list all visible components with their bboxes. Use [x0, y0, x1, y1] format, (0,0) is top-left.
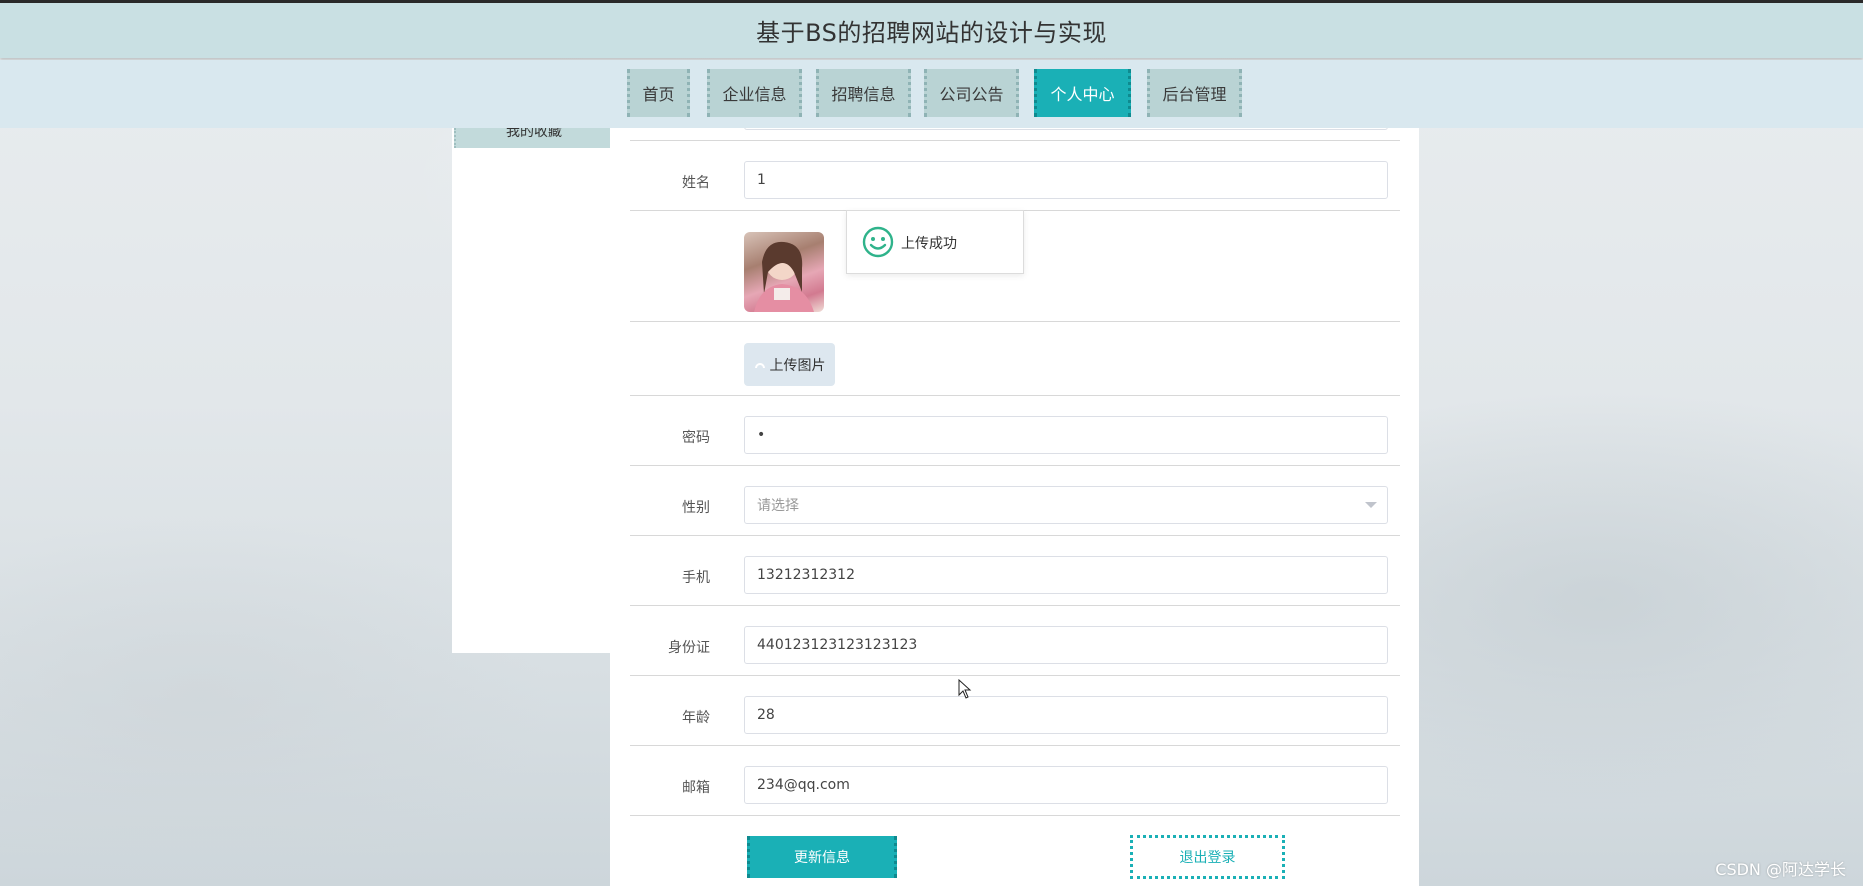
divider — [630, 321, 1400, 322]
chevron-down-icon — [1365, 502, 1377, 508]
site-header: 基于BS的招聘网站的设计与实现 — [0, 3, 1863, 58]
password-label: 密码 — [682, 430, 710, 446]
sidebar-item-favorites[interactable]: 我的收藏 — [454, 128, 612, 148]
smile-icon — [862, 226, 894, 258]
avatar-preview[interactable] — [744, 232, 824, 312]
sidebar: 我的收藏 — [452, 128, 612, 653]
upload-icon — [754, 362, 765, 368]
id-card-label: 身份证 — [668, 640, 710, 656]
email-input[interactable]: 234@qq.com — [744, 766, 1388, 804]
divider — [630, 140, 1400, 141]
upload-button-label: 上传图片 — [769, 357, 826, 374]
divider — [630, 535, 1400, 536]
gender-label: 性别 — [682, 500, 710, 516]
divider — [630, 745, 1400, 746]
password-value: • — [757, 427, 766, 443]
phone-input[interactable]: 13212312312 — [744, 556, 1388, 594]
site-title: 基于BS的招聘网站的设计与实现 — [756, 19, 1107, 47]
main-nav: 首页 企业信息 招聘信息 公司公告 个人中心 后台管理 — [0, 60, 1863, 128]
nav-job-info[interactable]: 招聘信息 — [816, 69, 911, 117]
phone-label: 手机 — [682, 570, 710, 586]
logout-button[interactable]: 退出登录 — [1130, 835, 1285, 879]
id-card-value: 440123123123123123 — [757, 637, 918, 653]
divider — [630, 465, 1400, 466]
gender-select[interactable]: 请选择 — [744, 486, 1388, 524]
email-value: 234@qq.com — [757, 777, 850, 793]
age-input[interactable]: 28 — [744, 696, 1388, 734]
email-label: 邮箱 — [682, 780, 710, 796]
divider — [630, 395, 1400, 396]
update-info-button[interactable]: 更新信息 — [747, 836, 897, 878]
upload-image-button[interactable]: 上传图片 — [744, 343, 835, 386]
nav-personal-center[interactable]: 个人中心 — [1034, 69, 1131, 117]
watermark: CSDN @阿达学长 — [1715, 860, 1846, 879]
upload-success-toast: 上传成功 — [846, 210, 1024, 274]
nav-admin[interactable]: 后台管理 — [1147, 69, 1242, 117]
mouse-cursor-icon — [958, 679, 972, 699]
nav-company-notice[interactable]: 公司公告 — [924, 69, 1019, 117]
nav-home[interactable]: 首页 — [627, 69, 690, 117]
avatar-photo — [754, 241, 814, 312]
gender-placeholder: 请选择 — [757, 498, 799, 514]
divider — [630, 605, 1400, 606]
divider — [630, 815, 1400, 816]
toast-message: 上传成功 — [901, 236, 957, 252]
name-label: 姓名 — [682, 175, 710, 191]
name-input[interactable]: 1 — [744, 161, 1388, 199]
password-input[interactable]: • — [744, 416, 1388, 454]
nav-company-info[interactable]: 企业信息 — [707, 69, 802, 117]
age-label: 年龄 — [682, 710, 710, 726]
name-value: 1 — [757, 172, 766, 188]
age-value: 28 — [757, 707, 775, 723]
profile-form: 姓名 1 上传成功 上传图片 密码 • 性别 请选择 手机 1321231231… — [610, 120, 1419, 886]
divider — [630, 675, 1400, 676]
phone-value: 13212312312 — [757, 567, 855, 583]
id-card-input[interactable]: 440123123123123123 — [744, 626, 1388, 664]
